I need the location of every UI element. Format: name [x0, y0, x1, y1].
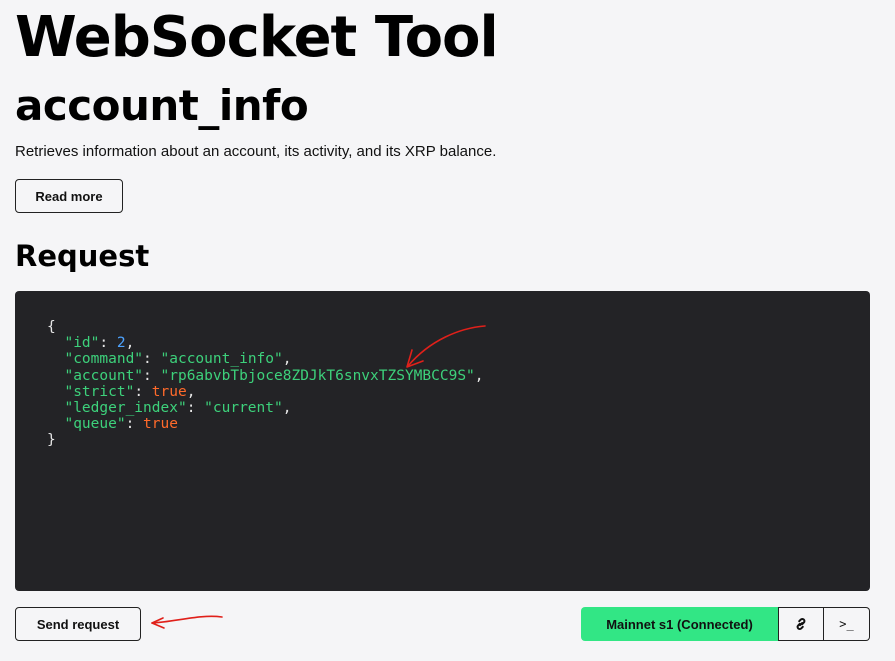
code-colon: : — [143, 351, 161, 368]
connection-controls: Mainnet s1 (Connected) >_ — [581, 607, 870, 641]
code-value: "rp6abvbTbjoce8ZDJkT6snvxTZSYMBCC9S" — [160, 367, 475, 384]
curl-button[interactable]: >_ — [824, 607, 870, 641]
app-title: WebSocket Tool — [15, 5, 499, 70]
code-key: "id" — [64, 335, 100, 352]
connection-status-button[interactable]: Mainnet s1 (Connected) — [581, 607, 778, 641]
terminal-icon: >_ — [839, 617, 854, 631]
code-key: "ledger_index" — [64, 400, 187, 417]
code-key: "command" — [64, 351, 144, 368]
code-colon: : — [125, 416, 144, 433]
code-colon: : — [143, 367, 161, 384]
code-comma: , — [125, 335, 135, 352]
method-title: account_info — [15, 81, 309, 130]
method-description: Retrieves information about an account, … — [15, 143, 497, 160]
link-icon — [796, 618, 806, 630]
code-key: "queue" — [64, 416, 126, 433]
code-comma: , — [186, 383, 196, 400]
send-annotation-arrow — [151, 615, 223, 624]
code-open-brace: { — [47, 319, 56, 335]
read-more-button[interactable]: Read more — [15, 179, 123, 213]
code-value: true — [143, 416, 178, 433]
code-value: 2 — [116, 335, 126, 352]
code-value: "current" — [204, 400, 283, 417]
request-code-editor[interactable]: { "id": 2, "command": "account_info", "a… — [15, 291, 870, 591]
code-key: "strict" — [64, 383, 135, 400]
code-close-brace: } — [47, 432, 56, 449]
code-comma: , — [282, 351, 292, 368]
code-comma: , — [474, 367, 484, 384]
page: WebSocket Tool account_info Retrieves in… — [0, 0, 895, 661]
code-colon: : — [134, 383, 152, 400]
code-key: "account" — [64, 367, 144, 384]
send-request-button[interactable]: Send request — [15, 607, 141, 641]
request-json[interactable]: { "id": 2, "command": "account_info", "a… — [47, 319, 870, 449]
send-annotation-arrowhead — [151, 617, 165, 629]
request-section-title: Request — [15, 239, 150, 273]
code-value: "account_info" — [160, 351, 283, 368]
code-colon: : — [186, 400, 205, 417]
code-value: true — [151, 383, 187, 400]
code-comma: , — [282, 400, 292, 417]
permalink-button[interactable] — [778, 607, 824, 641]
code-colon: : — [99, 335, 117, 352]
